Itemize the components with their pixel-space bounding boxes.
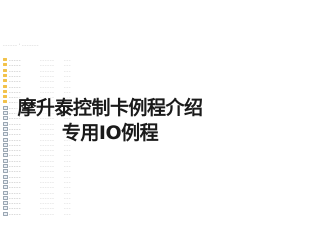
file-type: _ _ _ xyxy=(64,173,71,178)
file-type: _ _ _ xyxy=(64,72,71,77)
file-type: _ _ _ xyxy=(64,168,71,173)
file-row[interactable]: _ _ _ _ _ _ _ _ _ _ _ _ _ _ xyxy=(0,152,220,158)
file-type: _ _ _ xyxy=(64,152,71,157)
file-row[interactable]: _ _ _ _ _ _ _ _ _ _ _ _ _ _ xyxy=(0,184,220,190)
file-row[interactable]: _ _ _ _ _ _ _ _ _ _ _ _ _ _ xyxy=(0,163,220,168)
file-row[interactable]: _ _ _ _ _ _ _ _ _ _ _ _ _ _ xyxy=(0,190,220,195)
file-type: _ _ _ xyxy=(64,205,71,210)
file-row[interactable]: _ _ _ _ _ _ _ _ _ _ _ _ _ _ xyxy=(0,84,220,89)
file-row[interactable]: _ _ _ _ _ _ _ _ _ _ _ _ _ _ xyxy=(0,62,220,67)
folder-icon xyxy=(3,58,7,61)
file-type: _ _ _ xyxy=(64,163,71,167)
file-row[interactable]: _ _ _ _ _ _ _ _ _ _ _ _ _ _ xyxy=(0,89,220,94)
folder-icon xyxy=(3,63,7,67)
file-type: _ _ _ xyxy=(64,147,71,152)
file-type: _ _ _ xyxy=(64,200,71,205)
file-row[interactable]: _ _ _ _ _ _ _ _ _ _ _ _ _ _ xyxy=(0,68,220,73)
file-type: _ _ _ xyxy=(64,178,71,183)
file-type: _ _ _ xyxy=(64,184,71,189)
folder-icon xyxy=(3,73,7,77)
folder-icon xyxy=(3,89,7,93)
file-type: _ _ _ xyxy=(64,57,71,61)
file-date: _ _ _ _ _ _ xyxy=(40,210,54,215)
file-date: _ _ _ _ _ _ xyxy=(40,78,54,83)
file-row[interactable]: _ _ _ _ _ _ _ _ _ _ _ _ _ _ xyxy=(0,179,220,184)
file-explorer-window: _ _ _ _ _ _ › _ _ _ _ _ _ _ _ _ _ _ _ _ _… xyxy=(0,0,220,220)
file-type: _ _ _ xyxy=(64,194,71,199)
file-type: _ _ _ xyxy=(64,83,71,88)
file-date: _ _ _ _ _ _ xyxy=(40,72,54,77)
file-type: _ _ _ xyxy=(64,62,71,67)
breadcrumb-segment[interactable]: _ _ _ _ _ _ _ xyxy=(22,41,38,47)
file-date: _ _ _ _ _ _ xyxy=(40,83,54,88)
file-date: _ _ _ _ _ _ xyxy=(40,67,54,72)
file-type: _ _ _ xyxy=(64,78,71,83)
overlay-subtitle: 专用IO例程 xyxy=(61,122,159,144)
file-row[interactable]: _ _ _ _ _ _ _ _ _ _ _ _ _ _ xyxy=(0,211,220,216)
folder-icon xyxy=(3,79,7,83)
file-type: _ _ _ xyxy=(64,67,71,72)
file-date: _ _ _ _ _ _ xyxy=(40,173,54,178)
file-type: _ _ _ xyxy=(64,88,71,93)
file-date: _ _ _ _ _ _ xyxy=(40,205,54,210)
file-date: _ _ _ _ _ _ xyxy=(40,157,54,162)
file-type: _ _ _ xyxy=(64,157,71,162)
file-row[interactable]: _ _ _ _ _ _ _ _ _ _ _ _ _ _ xyxy=(0,57,220,62)
file-date: _ _ _ _ _ _ xyxy=(40,200,54,205)
file-row[interactable]: _ _ _ _ _ _ _ _ _ _ _ _ _ _ xyxy=(0,174,220,179)
file-date: _ _ _ _ _ _ xyxy=(40,147,54,152)
file-date: _ _ _ _ _ _ xyxy=(40,88,54,93)
file-row[interactable]: _ _ _ _ _ _ _ _ _ _ _ _ _ _ xyxy=(0,158,220,163)
file-date: _ _ _ _ _ _ xyxy=(40,152,54,157)
overlay-title: 摩升泰控制卡例程介绍 xyxy=(17,97,203,119)
file-date: _ _ _ _ _ _ xyxy=(40,184,54,189)
file-type: _ _ _ xyxy=(64,210,71,215)
file-row[interactable]: _ _ _ _ _ _ _ _ _ _ _ _ _ _ xyxy=(0,205,220,211)
file-date: _ _ _ _ _ _ xyxy=(40,57,54,61)
file-type: _ _ _ xyxy=(64,189,71,194)
file-icon xyxy=(3,211,8,216)
file-date: _ _ _ _ _ _ xyxy=(40,163,54,167)
file-date: _ _ _ _ _ _ xyxy=(40,194,54,199)
file-date: _ _ _ _ _ _ xyxy=(40,178,54,183)
file-row[interactable]: _ _ _ _ _ _ _ _ _ _ _ _ _ _ xyxy=(0,73,220,78)
folder-icon xyxy=(3,68,7,72)
breadcrumb-separator: › xyxy=(18,42,20,46)
breadcrumb-segment[interactable]: _ _ _ _ _ _ xyxy=(3,41,17,47)
file-date: _ _ _ _ _ _ xyxy=(40,62,54,67)
address-bar[interactable]: _ _ _ _ _ _ › _ _ _ _ _ _ _ xyxy=(3,41,163,47)
file-row[interactable]: _ _ _ _ _ _ _ _ _ _ _ _ _ _ xyxy=(0,200,220,206)
file-date: _ _ _ _ _ _ xyxy=(40,168,54,173)
file-date: _ _ _ _ _ _ xyxy=(40,189,54,194)
file-row[interactable]: _ _ _ _ _ _ _ _ _ _ _ _ _ _ xyxy=(0,147,220,153)
file-row[interactable]: _ _ _ _ _ _ _ _ _ _ _ _ _ _ xyxy=(0,168,220,174)
file-row[interactable]: _ _ _ _ _ _ _ _ _ _ _ _ _ _ xyxy=(0,195,220,200)
folder-icon xyxy=(3,84,7,88)
file-row[interactable]: _ _ _ _ _ _ _ _ _ _ _ _ _ _ xyxy=(0,78,220,83)
